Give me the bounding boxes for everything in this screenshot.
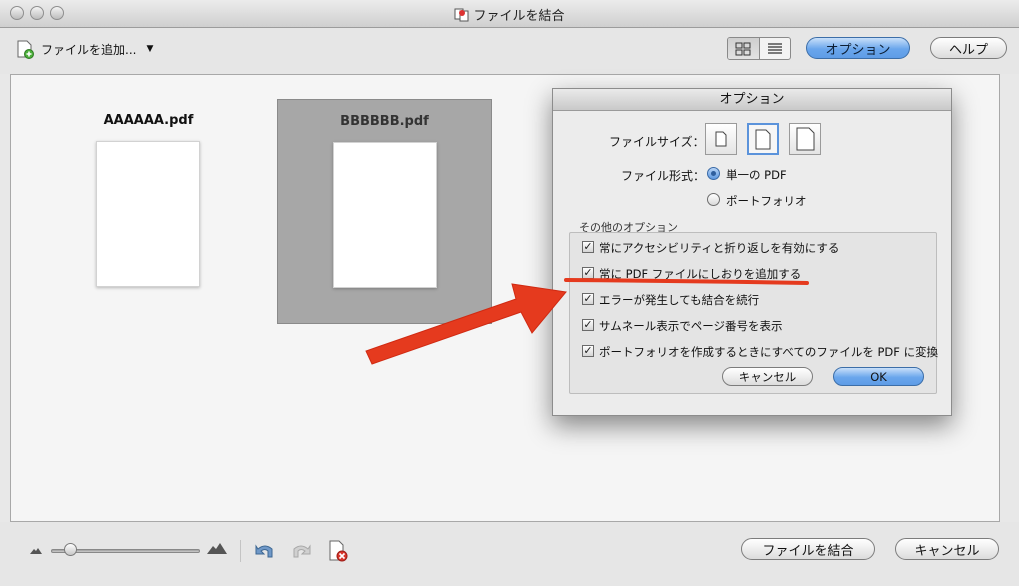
small-mountain-icon [30,548,42,554]
cancel-button[interactable]: キャンセル [895,538,999,560]
remove-file-icon[interactable] [328,540,348,562]
combine-files-label: ファイルを結合 [762,543,854,559]
cancel-label: キャンセル [914,543,980,559]
red-underline-annotation [564,278,809,285]
combine-files-button[interactable]: ファイルを結合 [741,538,875,560]
red-arrow-annotation [365,283,567,365]
large-mountain-icon [207,543,227,554]
zoom-slider-knob[interactable] [64,543,77,556]
bottom-bar: ファイルを結合 キャンセル [0,522,1019,586]
undo-icon[interactable] [254,541,276,561]
redo-icon[interactable] [290,541,312,561]
bottom-separator [240,540,241,562]
annotation-overlay [365,278,809,365]
